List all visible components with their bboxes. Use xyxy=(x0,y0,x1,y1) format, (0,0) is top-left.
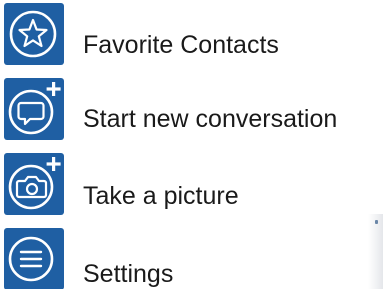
menu-item-settings[interactable]: Settings xyxy=(0,224,383,289)
menu-item-label: Favorite Contacts xyxy=(83,31,279,59)
star-icon xyxy=(4,3,64,65)
add-photo-icon xyxy=(4,153,64,215)
new-conversation-icon xyxy=(4,78,64,140)
menu-item-take-a-picture[interactable]: Take a picture xyxy=(0,151,383,221)
background-edge-tick xyxy=(375,220,378,224)
menu-item-favorite-contacts[interactable]: Favorite Contacts xyxy=(0,0,383,70)
app-menu: Favorite Contacts Start new conversation… xyxy=(0,0,383,289)
background-edge xyxy=(368,214,383,289)
menu-lines-icon xyxy=(4,228,64,289)
menu-item-start-new-conversation[interactable]: Start new conversation xyxy=(0,76,383,146)
menu-item-label: Start new conversation xyxy=(83,105,338,133)
menu-item-label: Take a picture xyxy=(83,182,239,210)
menu-item-label: Settings xyxy=(83,260,174,288)
